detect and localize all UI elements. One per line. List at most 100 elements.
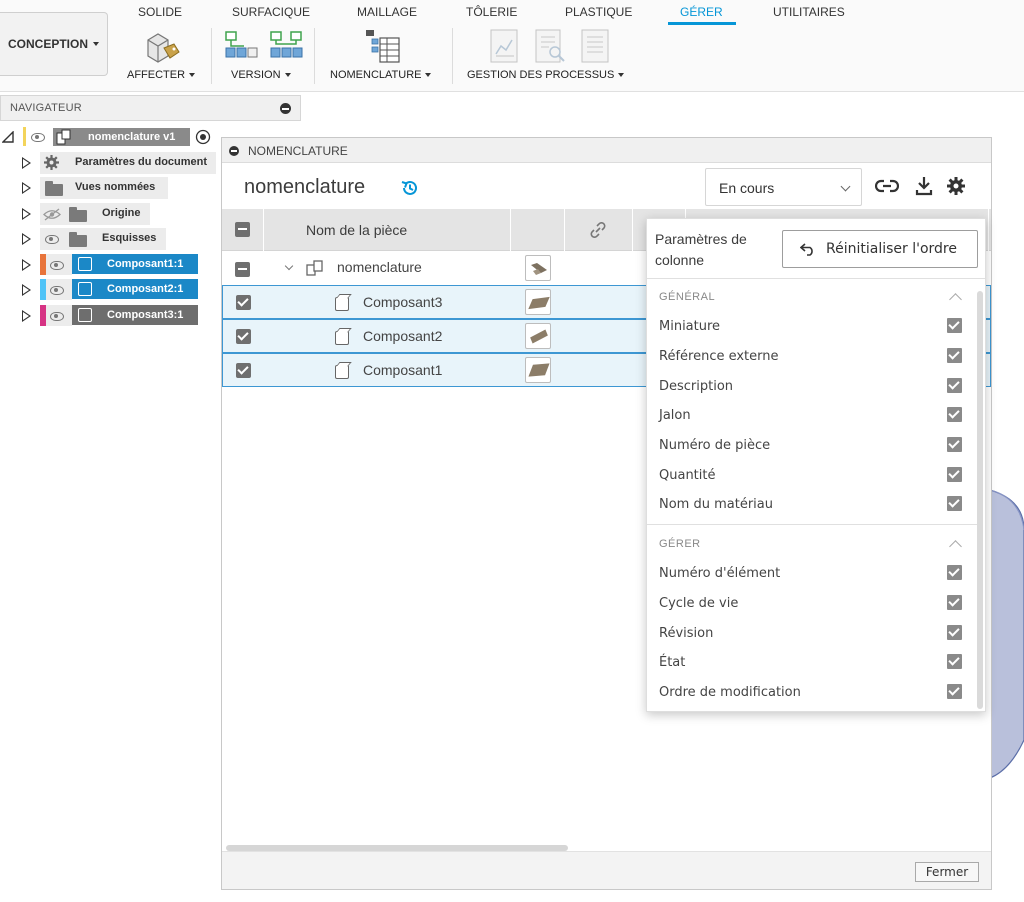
reset-order-button[interactable]: Réinitialiser l'ordre [782,230,978,268]
chevron-down-icon [93,42,99,46]
expand-triangle-icon[interactable] [22,182,31,194]
row-name: Composant3 [363,294,443,310]
status-dropdown[interactable]: En cours [705,168,862,206]
collapse-icon[interactable] [229,146,239,156]
tree-item-component2[interactable]: Composant2:1 [0,279,220,301]
bom-table-icon[interactable] [364,28,402,64]
assign-menu[interactable]: AFFECTER [127,69,196,81]
chevron-up-icon[interactable] [949,293,962,306]
version-compare-icon[interactable] [269,30,305,60]
download-icon[interactable] [914,175,934,197]
component-chip[interactable]: Composant2:1 [72,279,198,299]
history-icon[interactable] [400,178,420,198]
tree-item-document-settings[interactable]: Paramètres du document [0,152,220,174]
document-list-icon[interactable] [579,28,611,64]
navigator-header: NAVIGATEUR [0,95,301,121]
thumbnail [525,255,551,281]
bom-label: NOMENCLATURE [330,69,422,81]
column-option-checkbox[interactable] [947,318,962,333]
column-header-part-name[interactable]: Nom de la pièce [306,222,407,238]
component-label: Composant2:1 [107,283,184,295]
assembly-icon [306,260,323,276]
column-option-label: Référence externe [659,349,779,364]
expand-triangle-icon[interactable] [22,157,31,169]
bom-menu[interactable]: NOMENCLATURE [330,69,432,81]
column-option-checkbox[interactable] [947,496,962,511]
tab-utilitaires[interactable]: UTILITAIRES [773,5,845,19]
expand-triangle-icon[interactable] [22,284,31,296]
tree-root[interactable]: nomenclature v1 [0,126,220,148]
column-option-label: Description [659,379,734,394]
row-checkbox[interactable] [235,262,250,277]
chevron-down-icon[interactable] [284,261,294,271]
tree-item-origin[interactable]: Origine [0,203,220,225]
column-option-checkbox[interactable] [947,407,962,422]
collapse-icon[interactable] [280,103,291,114]
select-all-checkbox[interactable] [235,222,250,237]
report-chart-icon[interactable] [488,28,520,64]
eye-icon[interactable] [50,286,64,295]
column-option-checkbox[interactable] [947,467,962,482]
workspace-dropdown[interactable]: CONCEPTION [0,12,108,76]
tab-plastique[interactable]: PLASTIQUE [565,5,632,19]
tree-item-component3[interactable]: Composant3:1 [0,305,220,327]
eye-hidden-icon[interactable] [42,208,62,221]
eye-icon[interactable] [50,261,64,270]
expand-triangle-icon[interactable] [22,233,31,245]
row-checkbox[interactable] [236,295,251,310]
tab-tolerie[interactable]: TÔLERIE [466,5,517,19]
eye-icon[interactable] [45,235,59,244]
version-menu[interactable]: VERSION [231,69,291,81]
component-icon [335,331,349,345]
expand-triangle-icon[interactable] [22,310,31,322]
tab-solide[interactable]: SOLIDE [138,5,182,19]
tree-item-named-views[interactable]: Vues nommées [0,177,220,199]
settings-gear-icon[interactable] [946,176,966,196]
link-column-icon[interactable] [589,221,607,239]
column-option-label: État [659,655,686,670]
folder-icon [69,207,87,222]
close-button[interactable]: Fermer [915,862,979,882]
column-option-checkbox[interactable] [947,565,962,580]
tab-surfacique[interactable]: SURFACIQUE [232,5,310,19]
column-option-checkbox[interactable] [947,684,962,699]
component-chip[interactable]: Composant3:1 [72,305,198,325]
component-icon [78,308,92,322]
row-checkbox[interactable] [236,363,251,378]
folder-icon [45,181,63,196]
component-chip[interactable]: Composant1:1 [72,254,198,274]
expanded-triangle-icon[interactable] [2,131,14,143]
eye-icon[interactable] [31,133,45,142]
column-option-checkbox[interactable] [947,654,962,669]
tree-item-sketches[interactable]: Esquisses [0,228,220,250]
expand-triangle-icon[interactable] [22,259,31,271]
column-option-checkbox[interactable] [947,625,962,640]
link-icon[interactable] [875,177,899,195]
chevron-down-icon [425,73,432,77]
root-node[interactable]: nomenclature v1 [53,128,190,146]
popup-scrollbar[interactable] [977,291,983,709]
tab-gerer[interactable]: GÉRER [680,5,723,19]
chevron-up-icon[interactable] [949,540,962,553]
column-option-checkbox[interactable] [947,437,962,452]
assign-icon[interactable] [144,28,182,66]
column-option-checkbox[interactable] [947,348,962,363]
document-search-icon[interactable] [533,28,567,64]
chevron-down-icon [189,73,196,77]
process-menu[interactable]: GESTION DES PROCESSUS [467,69,625,81]
column-option-label: Ordre de modification [659,685,801,700]
component-icon [335,365,349,379]
activate-radio-icon[interactable] [195,129,211,145]
expand-triangle-icon[interactable] [22,208,31,220]
tree-item-component1[interactable]: Composant1:1 [0,254,220,276]
eye-icon[interactable] [50,312,64,321]
column-option-label: Numéro d'élément [659,566,781,581]
component-icon [78,257,92,271]
column-option-checkbox[interactable] [947,378,962,393]
version-icon[interactable] [224,30,260,60]
column-option-label: Jalon [659,408,691,423]
tab-maillage[interactable]: MAILLAGE [357,5,417,19]
column-option-checkbox[interactable] [947,595,962,610]
component-icon [78,282,92,296]
row-checkbox[interactable] [236,329,251,344]
